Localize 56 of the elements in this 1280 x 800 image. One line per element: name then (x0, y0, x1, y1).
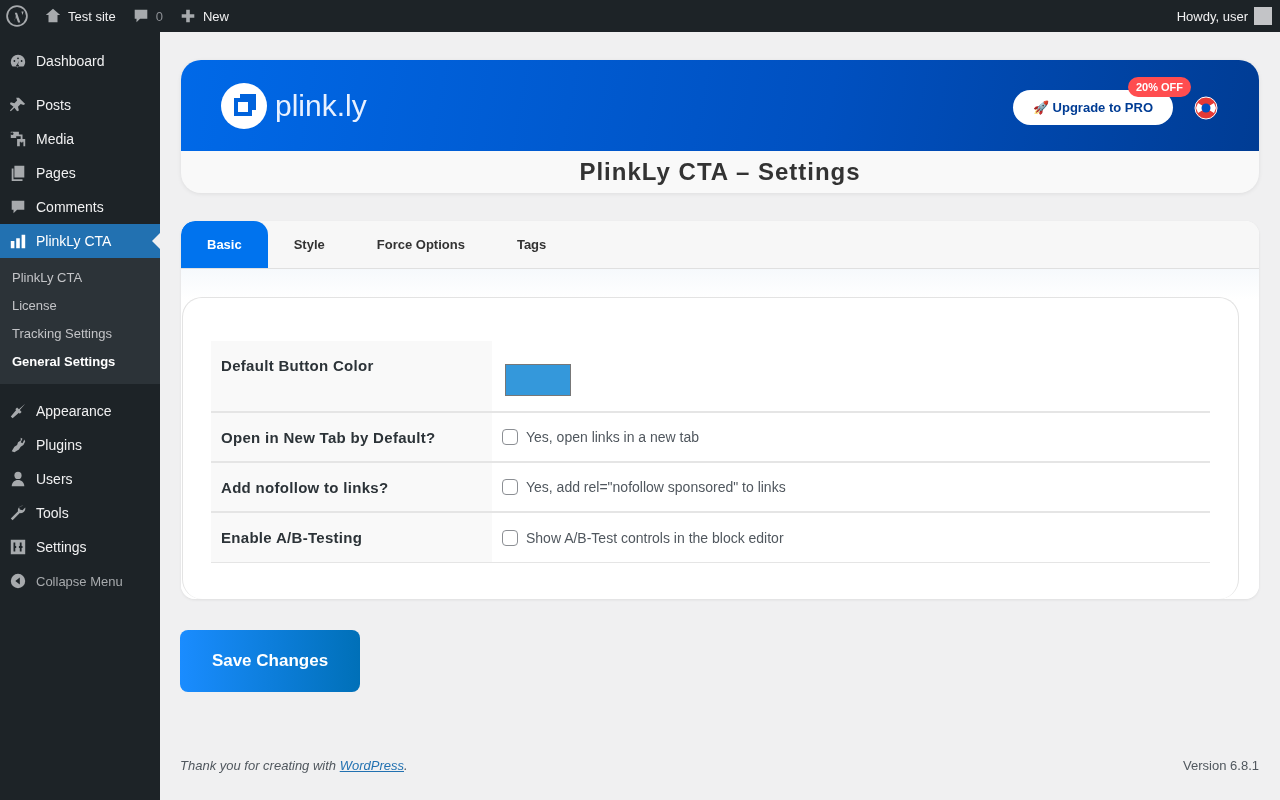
setting-label: Enable A/B-Testing (211, 513, 492, 562)
sidebar-item[interactable]: Tools (0, 496, 160, 530)
submenu-item[interactable]: PlinkLy CTA (0, 264, 95, 292)
setting-label: Default Button Color (211, 341, 492, 411)
discount-badge: 20% OFF (1127, 77, 1191, 97)
version-text: Version 6.8.1 (1183, 758, 1259, 775)
tab[interactable]: Force Options (350, 221, 491, 268)
brush-icon (9, 402, 27, 420)
logo-icon (221, 82, 267, 129)
sidebar-item[interactable]: PlinkLy CTA (0, 224, 160, 258)
sidebar-item[interactable]: Plugins (0, 428, 160, 462)
submenu-item[interactable]: License (0, 292, 69, 320)
save-button[interactable]: Save Changes (180, 630, 360, 692)
sidebar-item[interactable]: Pages (0, 156, 160, 190)
comment-count[interactable]: 0 (155, 8, 163, 24)
footer-text: Thank you for creating with WordPress. (180, 758, 408, 775)
checkbox[interactable] (502, 479, 518, 495)
wordpress-link[interactable]: WordPress (339, 758, 404, 773)
bar-chart-icon (9, 232, 27, 250)
lifebuoy-icon (1193, 94, 1219, 121)
howdy-text[interactable]: Howdy, user (1176, 8, 1248, 24)
checkbox-label[interactable]: Show A/B-Test controls in the block editor (526, 529, 784, 546)
setting-label: Add nofollow to links? (211, 463, 492, 511)
pushpin-icon (9, 96, 27, 114)
plug-icon (9, 436, 27, 454)
sliders-icon (9, 538, 27, 556)
site-name-link[interactable]: Test site (68, 8, 116, 24)
sidebar-item[interactable]: Media (0, 122, 160, 156)
sidebar-item[interactable]: Appearance (0, 394, 160, 428)
house-icon (44, 7, 62, 25)
gauge-icon (9, 52, 27, 70)
page-title: PlinkLy CTA – Settings (578, 157, 862, 187)
media-icon (9, 130, 27, 148)
sidebar-item[interactable]: Posts (0, 88, 160, 122)
tab[interactable]: Basic (181, 221, 268, 268)
left-arrow-circle-icon (9, 572, 27, 590)
checkbox-label[interactable]: Yes, open links in a new tab (526, 429, 700, 445)
setting-label: Open in New Tab by Default? (211, 413, 492, 461)
checkbox[interactable] (502, 429, 518, 445)
submenu-item[interactable]: General Settings (0, 348, 128, 376)
sidebar-item[interactable]: Dashboard (0, 44, 160, 78)
checkbox-label[interactable]: Yes, add rel="nofollow sponsored" to links (526, 479, 786, 495)
color-swatch[interactable] (505, 364, 571, 396)
pages-icon (9, 164, 27, 182)
new-link[interactable]: New (202, 8, 229, 24)
person-icon (9, 470, 27, 488)
collapse-menu-button[interactable]: Collapse Menu (0, 564, 160, 598)
tab[interactable]: Style (267, 221, 351, 268)
logo-text: plink.ly (275, 88, 367, 123)
upgrade-button[interactable]: 🚀 Upgrade to PRO (1013, 90, 1173, 125)
sidebar-item[interactable]: Settings (0, 530, 160, 564)
tab[interactable]: Tags (490, 221, 573, 268)
sidebar-item[interactable]: Users (0, 462, 160, 496)
sidebar-item[interactable]: Comments (0, 190, 160, 224)
submenu-item[interactable]: Tracking Settings (0, 320, 124, 348)
checkbox[interactable] (502, 529, 518, 546)
